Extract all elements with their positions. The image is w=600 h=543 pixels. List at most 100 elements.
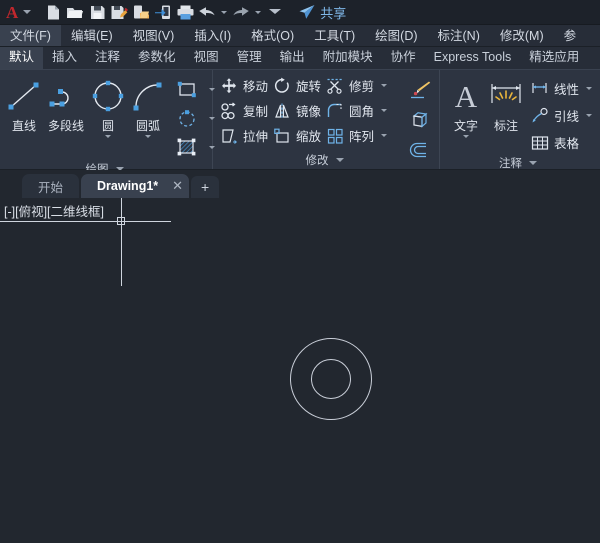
modify-move-button[interactable]: 移动 — [217, 73, 270, 98]
doc-tab-drawing1[interactable]: Drawing1* ✕ — [81, 174, 190, 198]
text-a-icon: A — [448, 76, 484, 116]
panel-annotation-title-bar[interactable]: 注释 — [440, 155, 599, 171]
new-file-button[interactable] — [42, 1, 64, 23]
draw-circle-button[interactable]: 圆 — [88, 74, 128, 138]
customize-quick-access-button[interactable] — [264, 1, 286, 23]
tab-annotate[interactable]: 注释 — [86, 47, 129, 69]
draw-polygon-button[interactable] — [174, 105, 218, 132]
document-tab-bar: 开始 Drawing1* ✕ + — [0, 170, 600, 198]
annotation-text-button[interactable]: A 文字 — [446, 74, 486, 138]
print-button[interactable] — [174, 1, 196, 23]
modify-array-button[interactable]: 阵列 — [323, 123, 392, 148]
tab-view[interactable]: 视图 — [185, 47, 228, 69]
tab-home[interactable]: 默认 — [0, 47, 44, 69]
modify-fillet-label: 圆角 — [349, 105, 375, 119]
draw-arc-button[interactable]: 圆弧 — [128, 74, 168, 138]
app-menu-chevron-down-icon[interactable] — [23, 10, 32, 14]
tab-addins[interactable]: 附加模块 — [314, 47, 382, 69]
drawing-entity-circle-inner[interactable] — [311, 359, 351, 399]
modify-copy-label: 复制 — [243, 105, 269, 119]
modify-trim-chevron-down-icon[interactable] — [381, 84, 388, 87]
modify-array-chevron-down-icon[interactable] — [381, 134, 388, 137]
app-logo-icon[interactable]: A — [4, 4, 20, 21]
explode-button[interactable] — [407, 106, 433, 134]
annotation-table-button[interactable]: 表格 — [528, 130, 597, 155]
tab-collaborate[interactable]: 协作 — [382, 47, 425, 69]
modify-array-label: 阵列 — [349, 130, 375, 144]
tab-express-tools[interactable]: Express Tools — [425, 47, 521, 69]
draw-hatch-button[interactable] — [174, 134, 218, 161]
undo-button[interactable] — [196, 1, 218, 23]
annotation-dimension-button[interactable]: 标注 — [486, 74, 526, 134]
publish-button[interactable] — [152, 1, 174, 23]
modify-rotate-button[interactable]: 旋转 — [270, 73, 323, 98]
modify-copy-button[interactable]: 复制 — [217, 98, 270, 123]
modify-mirror-button[interactable]: 镜像 — [270, 98, 323, 123]
doc-tab-start[interactable]: 开始 — [22, 174, 80, 198]
menu-item-draw[interactable]: 绘图(D) — [365, 25, 427, 46]
quick-access-toolbar: A 共享 — [0, 0, 600, 25]
menu-item-insert[interactable]: 插入(I) — [184, 25, 241, 46]
offset-button[interactable] — [407, 136, 433, 164]
rotate-icon — [272, 76, 292, 96]
save-button[interactable] — [86, 1, 108, 23]
draw-polyline-button[interactable]: 多段线 — [44, 74, 88, 134]
draw-circle-chevron-down-icon[interactable] — [105, 135, 111, 138]
tab-output[interactable]: 输出 — [271, 47, 314, 69]
annotation-leader-label: 引线 — [553, 110, 579, 124]
annotation-leader-chevron-down-icon[interactable] — [586, 114, 592, 117]
annotation-leader-button[interactable]: 引线 — [528, 103, 597, 128]
menu-item-dimension[interactable]: 标注(N) — [428, 25, 490, 46]
panel-modify-title-bar[interactable]: 修改 — [213, 151, 439, 169]
panel-annotation-chevron-down-icon[interactable] — [529, 161, 537, 165]
save-as-button[interactable] — [108, 1, 130, 23]
menu-item-format[interactable]: 格式(O) — [241, 25, 304, 46]
export-button[interactable] — [130, 1, 152, 23]
modify-fillet-button[interactable]: 圆角 — [323, 98, 392, 123]
draw-rectangle-button[interactable] — [174, 76, 218, 103]
panel-modify-chevron-down-icon[interactable] — [335, 158, 344, 162]
svg-text:A: A — [455, 79, 478, 114]
draw-polyline-label: 多段线 — [47, 119, 84, 133]
crosshair-vertical-line — [121, 198, 122, 286]
menu-bar: 文件(F) 编辑(E) 视图(V) 插入(I) 格式(O) 工具(T) 绘图(D… — [0, 25, 600, 47]
draw-circle-label: 圆 — [101, 119, 114, 133]
dimension-icon — [486, 76, 526, 116]
modify-scale-button[interactable]: 缩放 — [270, 123, 323, 148]
mirror-icon — [272, 101, 292, 121]
menu-item-edit[interactable]: 编辑(E) — [61, 25, 123, 46]
annotation-linear-chevron-down-icon[interactable] — [586, 87, 592, 90]
menu-item-parametric[interactable]: 参 — [554, 25, 587, 46]
undo-chevron-down-icon[interactable] — [221, 10, 228, 14]
doc-tab-close-icon[interactable]: ✕ — [172, 178, 183, 194]
tab-featured-apps[interactable]: 精选应用 — [520, 47, 588, 69]
redo-button[interactable] — [230, 1, 252, 23]
panel-annotation: A 文字 标注 线性 引线 表格 注释 — [440, 70, 599, 171]
open-folder-button[interactable] — [64, 1, 86, 23]
draw-side-icon-column — [174, 74, 218, 161]
array-icon — [325, 126, 345, 146]
modify-trim-button[interactable]: 修剪 — [323, 73, 392, 98]
match-properties-button[interactable] — [407, 76, 433, 104]
viewport-label[interactable]: [-][俯视][二维线框] — [4, 201, 104, 220]
share-button[interactable]: 共享 — [298, 3, 346, 22]
annotation-linear-button[interactable]: 线性 — [528, 76, 597, 101]
modify-fillet-chevron-down-icon[interactable] — [381, 109, 388, 112]
tab-parametric[interactable]: 参数化 — [129, 47, 185, 69]
tab-insert[interactable]: 插入 — [43, 47, 86, 69]
modify-stretch-button[interactable]: 拉伸 — [217, 123, 270, 148]
redo-chevron-down-icon[interactable] — [255, 10, 262, 14]
menu-item-file[interactable]: 文件(F) — [0, 25, 61, 46]
draw-line-button[interactable]: 直线 — [4, 74, 44, 134]
doc-tab-start-label: 开始 — [38, 180, 64, 195]
linear-dimension-icon — [530, 79, 550, 99]
annotation-text-chevron-down-icon[interactable] — [462, 135, 469, 138]
circle-icon — [88, 76, 128, 116]
draw-arc-chevron-down-icon[interactable] — [145, 135, 151, 138]
tab-manage[interactable]: 管理 — [228, 47, 271, 69]
drawing-canvas[interactable]: [-][俯视][二维线框] — [0, 198, 600, 543]
new-document-tab-button[interactable]: + — [191, 176, 220, 198]
menu-item-tools[interactable]: 工具(T) — [304, 25, 365, 46]
menu-item-modify[interactable]: 修改(M) — [490, 25, 554, 46]
menu-item-view[interactable]: 视图(V) — [123, 25, 185, 46]
